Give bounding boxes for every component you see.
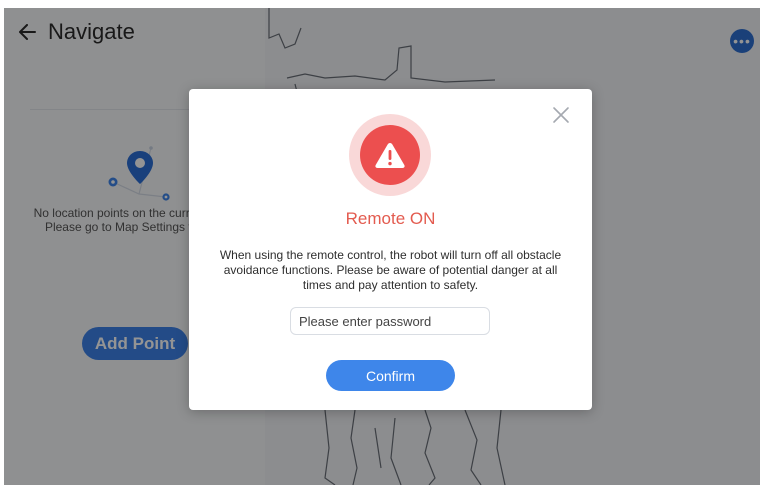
warning-badge-inner — [360, 125, 420, 185]
warning-badge — [349, 114, 431, 196]
close-button[interactable] — [550, 104, 572, 126]
warning-triangle-icon — [375, 143, 405, 168]
dialog-message: When using the remote control, the robot… — [219, 248, 562, 292]
confirm-button[interactable]: Confirm — [326, 360, 455, 391]
close-icon — [553, 107, 569, 123]
password-input[interactable] — [290, 307, 490, 335]
remote-dialog: Remote ON When using the remote control,… — [189, 89, 592, 410]
dialog-title: Remote ON — [345, 209, 436, 228]
